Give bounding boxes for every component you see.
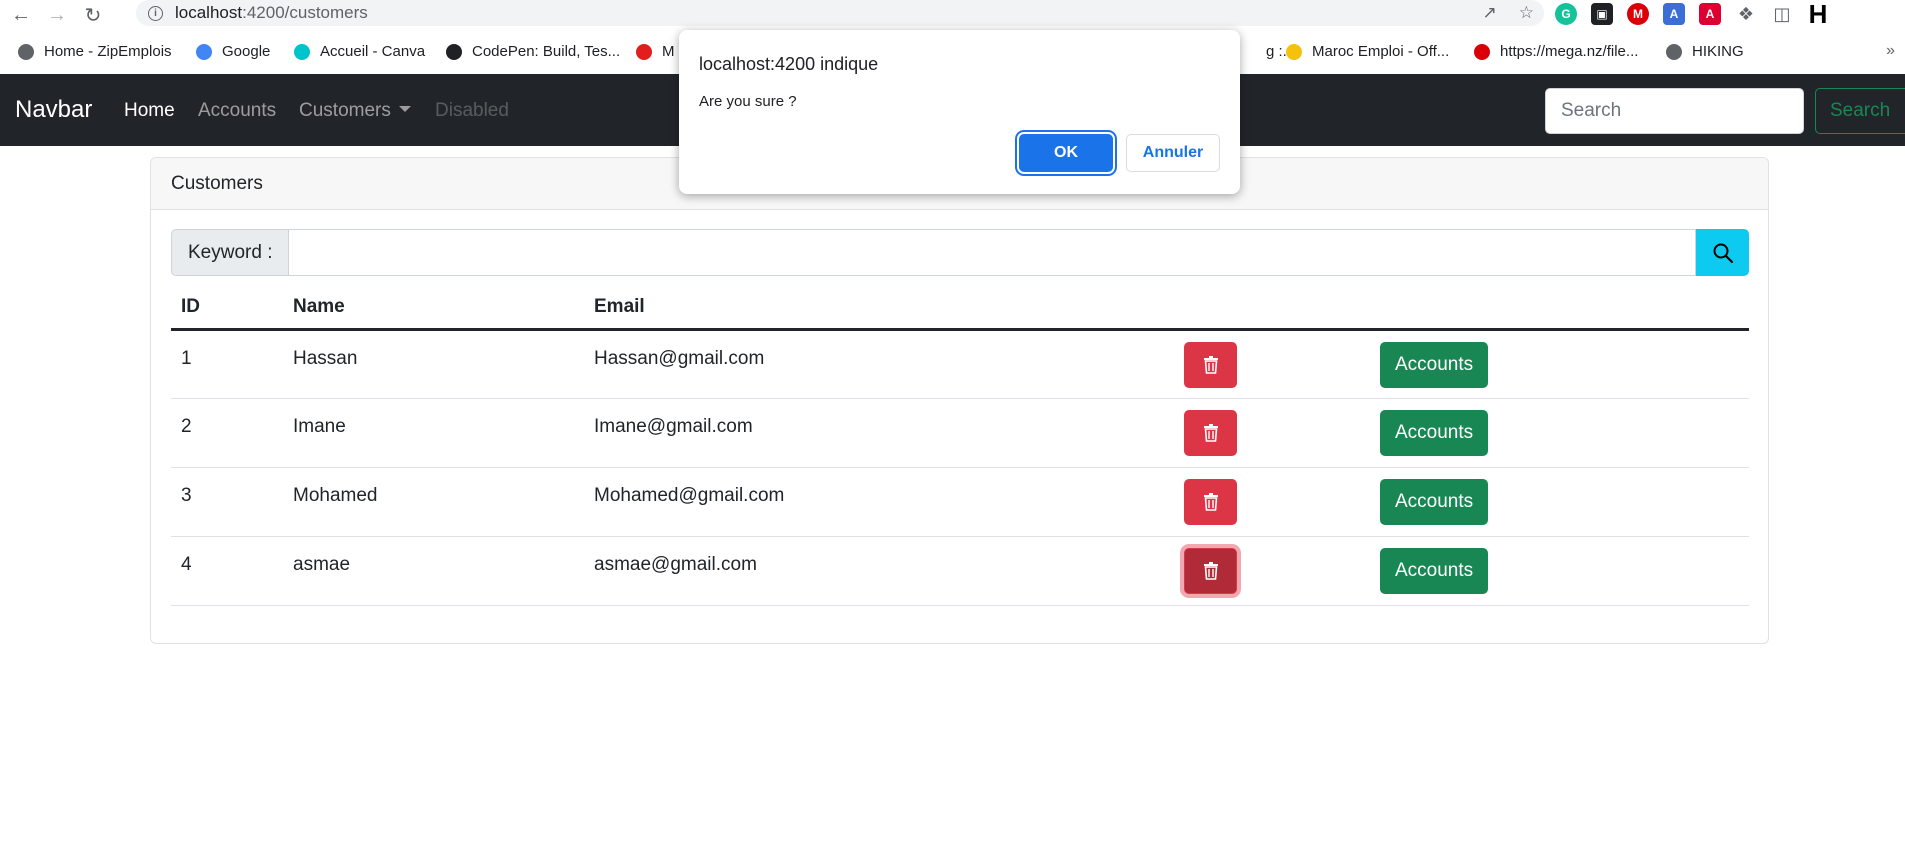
table-row: 2 Imane Imane@gmail.com Accounts: [171, 398, 1749, 468]
keyword-search-button[interactable]: [1696, 229, 1749, 276]
search-icon: [1713, 243, 1733, 263]
accounts-button[interactable]: Accounts: [1380, 479, 1489, 525]
cell-id: 4: [171, 536, 283, 606]
reload-icon[interactable]: ↻: [78, 2, 108, 28]
customers-card: Customers Keyword : ID Name Email 1 Hass…: [150, 157, 1769, 644]
bookmark-favicon-icon: [636, 43, 652, 60]
customers-table: ID Name Email 1 Hassan Hassan@gmail.com …: [171, 288, 1749, 606]
address-bar[interactable]: i localhost:4200/customers ↗ ☆: [136, 0, 1544, 26]
cell-name: Hassan: [283, 329, 584, 399]
bookmark-label: Accueil - Canva: [320, 43, 426, 60]
trash-icon: [1203, 562, 1218, 580]
table-row: 1 Hassan Hassan@gmail.com Accounts: [171, 329, 1749, 399]
cell-email: Imane@gmail.com: [584, 398, 1174, 468]
more-bookmarks-icon[interactable]: »: [1886, 42, 1895, 60]
nav-accounts[interactable]: Accounts: [198, 100, 276, 122]
navbar-search-input[interactable]: [1545, 88, 1804, 134]
bookmark-favicon-icon: [1474, 43, 1490, 60]
bookmark-item[interactable]: Google: [196, 43, 270, 60]
cell-id: 1: [171, 329, 283, 399]
confirm-dialog: localhost:4200 indique Are you sure ? OK…: [679, 30, 1240, 194]
delete-button[interactable]: [1184, 548, 1237, 594]
browser-toolbar: ← → ↻ i localhost:4200/customers ↗ ☆ G ▣…: [0, 0, 1905, 30]
trash-icon: [1203, 355, 1218, 374]
accounts-button[interactable]: Accounts: [1380, 410, 1489, 456]
extensions-bar: G ▣ M A A ❖ ◫ H: [1555, 0, 1829, 29]
cell-name: Imane: [283, 398, 584, 468]
bookmark-favicon-icon: [1666, 43, 1682, 60]
table-row: 3 Mohamed Mohamed@gmail.com Accounts: [171, 467, 1749, 537]
navbar-search-button[interactable]: Search: [1815, 88, 1905, 134]
table-header-row: ID Name Email: [171, 288, 1749, 331]
angular-icon[interactable]: A: [1699, 3, 1721, 25]
bookmark-favicon-icon: [446, 43, 462, 60]
bookmark-label: Home - ZipEmplois: [44, 43, 172, 60]
bookmark-favicon-icon: [1286, 43, 1302, 60]
cell-email: Mohamed@gmail.com: [584, 467, 1174, 537]
keyword-label: Keyword :: [171, 229, 289, 276]
bookmark-item[interactable]: https://mega.nz/file...: [1474, 43, 1638, 60]
url-text: localhost:4200/customers: [175, 3, 368, 22]
bookmark-item[interactable]: Accueil - Canva: [294, 43, 425, 60]
bookmark-label: https://mega.nz/file...: [1500, 43, 1639, 60]
bookmark-favicon-icon: [196, 43, 212, 60]
dialog-cancel-button[interactable]: Annuler: [1126, 134, 1220, 172]
bookmark-label: Google: [222, 43, 271, 60]
bookmark-label: Maroc Emploi - Off...: [1312, 43, 1450, 60]
nav-customers-dropdown[interactable]: Customers: [299, 100, 411, 122]
forward-icon[interactable]: →: [42, 2, 72, 28]
bookmark-favicon-icon: [294, 43, 310, 60]
accounts-button[interactable]: Accounts: [1380, 548, 1489, 594]
share-icon[interactable]: ↗: [1483, 3, 1497, 23]
picture-in-picture-icon[interactable]: ▣: [1591, 3, 1613, 25]
delete-button[interactable]: [1184, 410, 1237, 456]
bookmark-item[interactable]: M: [636, 43, 675, 60]
site-info-icon[interactable]: i: [148, 5, 163, 21]
dialog-ok-button[interactable]: OK: [1019, 134, 1113, 172]
col-email: Email: [584, 288, 1174, 331]
keyword-search-group: Keyword :: [171, 229, 1749, 276]
bookmark-label: CodePen: Build, Tes...: [472, 43, 621, 60]
col-name: Name: [283, 288, 584, 331]
extensions-icon[interactable]: ❖: [1735, 3, 1757, 25]
col-id: ID: [171, 288, 283, 331]
trash-icon: [1203, 424, 1218, 442]
translate-icon[interactable]: A: [1663, 3, 1685, 25]
nav-disabled: Disabled: [435, 100, 509, 121]
side-panel-icon[interactable]: ◫: [1771, 3, 1793, 25]
cell-name: asmae: [283, 536, 584, 606]
delete-button[interactable]: [1184, 479, 1237, 525]
bookmark-item[interactable]: Maroc Emploi - Off...: [1286, 43, 1449, 60]
mega-icon[interactable]: M: [1627, 3, 1649, 25]
dialog-message: Are you sure ?: [699, 93, 797, 110]
bookmark-item[interactable]: HIKING: [1666, 43, 1744, 60]
profile-icon[interactable]: H: [1807, 0, 1829, 29]
cell-email: asmae@gmail.com: [584, 536, 1174, 606]
back-icon[interactable]: ←: [6, 2, 36, 28]
accounts-button[interactable]: Accounts: [1380, 341, 1489, 388]
bookmark-item[interactable]: Home - ZipEmplois: [18, 43, 172, 60]
caret-down-icon: [398, 106, 411, 112]
bookmark-favicon-icon: [1240, 43, 1256, 60]
delete-button[interactable]: [1184, 341, 1237, 388]
cell-email: Hassan@gmail.com: [584, 329, 1174, 399]
bookmark-label: M: [662, 43, 675, 60]
dialog-title: localhost:4200 indique: [699, 54, 879, 74]
cell-id: 3: [171, 467, 283, 537]
col-accounts: [1370, 288, 1749, 331]
bookmark-favicon-icon: [18, 43, 34, 60]
star-icon[interactable]: ☆: [1519, 3, 1534, 23]
cell-id: 2: [171, 398, 283, 468]
cell-name: Mohamed: [283, 467, 584, 537]
bookmark-item[interactable]: CodePen: Build, Tes...: [446, 43, 620, 60]
table-row: 4 asmae asmae@gmail.com Accounts: [171, 536, 1749, 606]
keyword-input[interactable]: [289, 229, 1696, 276]
nav-home[interactable]: Home: [124, 100, 175, 122]
col-delete: [1174, 288, 1370, 331]
bookmark-label: HIKING: [1692, 43, 1744, 60]
navbar-brand[interactable]: Navbar: [15, 96, 92, 124]
grammarly-icon[interactable]: G: [1555, 3, 1577, 25]
trash-icon: [1203, 493, 1218, 511]
